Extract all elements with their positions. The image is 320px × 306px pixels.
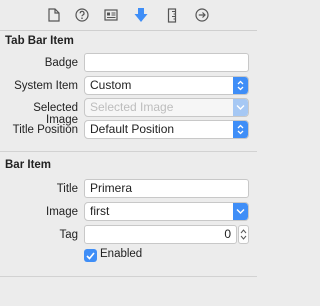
badge-field[interactable] [84,53,249,72]
checkmark-icon [86,251,95,260]
image-label: Image [46,206,78,218]
title-position-value: Default Position [90,122,175,136]
title-position-label: Title Position [12,124,78,136]
system-item-label: System Item [14,80,78,92]
inspector-toolbar [0,0,257,31]
bar-item-section: Bar Item Title Primera Image first Tag 0… [0,152,257,276]
tag-label: Tag [59,229,78,241]
selected-image-placeholder: Selected Image [90,100,174,114]
chevron-down-icon [233,99,248,116]
image-value: first [90,204,110,218]
system-item-value: Custom [90,78,132,92]
section-title-bar-item: Bar Item [5,159,52,171]
attributes-arrow-icon[interactable] [133,7,149,23]
section-title-tab-bar-item: Tab Bar Item [5,35,74,47]
ruler-icon[interactable] [164,7,180,23]
enabled-checkbox[interactable] [84,249,97,262]
connections-arrow-icon[interactable] [194,7,210,23]
chevron-updown-icon [233,121,248,138]
tag-field[interactable]: 0 [84,225,237,244]
title-field[interactable]: Primera [84,179,249,198]
image-combo[interactable]: first [84,202,249,221]
chevron-down-icon [233,203,248,220]
system-item-popup[interactable]: Custom [84,76,249,95]
title-label: Title [56,183,78,195]
selected-image-label: Selected Image [33,102,78,126]
title-position-popup[interactable]: Default Position [84,120,249,139]
selected-image-combo[interactable]: Selected Image [84,98,249,117]
chevron-updown-icon [233,77,248,94]
tag-stepper[interactable] [238,225,249,244]
tab-bar-item-section: Tab Bar Item Badge System Item Custom Se… [0,31,257,151]
badge-label: Badge [44,57,78,69]
help-icon[interactable] [74,7,90,23]
section-divider [0,276,257,277]
enabled-label: Enabled [100,248,143,260]
file-icon[interactable] [46,7,62,23]
identity-card-icon[interactable] [103,7,119,23]
